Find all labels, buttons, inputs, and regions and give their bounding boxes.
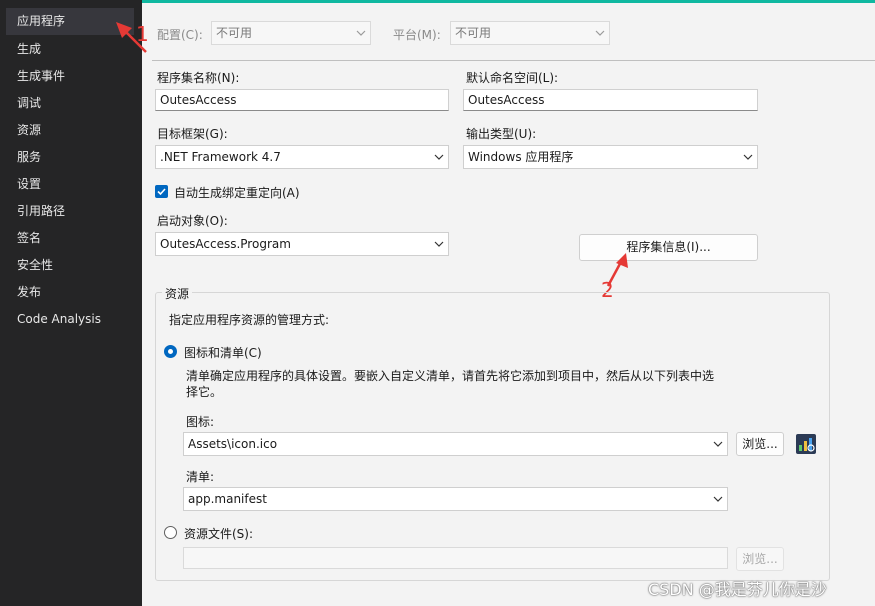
- sidebar-item-debug[interactable]: 调试: [6, 90, 134, 117]
- startup-object-value: OutesAccess.Program: [160, 237, 291, 251]
- resource-file-input[interactable]: [183, 547, 728, 569]
- startup-object-label: 启动对象(O):: [157, 214, 228, 228]
- output-type-value: Windows 应用程序: [468, 150, 574, 164]
- resource-file-radio[interactable]: [164, 526, 177, 539]
- resources-instruction: 指定应用程序资源的管理方式:: [169, 313, 330, 327]
- assembly-name-input[interactable]: OutesAccess: [155, 89, 449, 111]
- chevron-down-icon: [713, 441, 723, 447]
- chevron-down-icon: [595, 30, 605, 36]
- annotation-arrow-1-icon: [116, 22, 147, 53]
- config-label: 配置(C):: [157, 28, 203, 42]
- auto-binding-checkbox[interactable]: [155, 185, 168, 198]
- sidebar-item-settings[interactable]: 设置: [6, 171, 134, 198]
- sidebar-item-build-events[interactable]: 生成事件: [6, 63, 134, 90]
- config-value: 不可用: [216, 26, 253, 40]
- icon-preview-icon: [796, 434, 816, 454]
- startup-object-dropdown[interactable]: OutesAccess.Program: [155, 232, 449, 256]
- manifest-label: 清单:: [186, 470, 215, 484]
- target-framework-label: 目标框架(G):: [157, 127, 228, 141]
- default-namespace-label: 默认命名空间(L):: [466, 71, 559, 85]
- top-accent-line: [142, 0, 875, 3]
- manifest-description-line-2: 择它。: [186, 385, 223, 399]
- checkmark-icon: [157, 188, 166, 196]
- auto-binding-label: 自动生成绑定重定向(A): [174, 186, 300, 200]
- chevron-down-icon: [713, 496, 723, 502]
- icon-manifest-label: 图标和清单(C): [184, 346, 262, 360]
- output-type-label: 输出类型(U):: [466, 127, 537, 141]
- chevron-down-icon: [743, 154, 753, 160]
- platform-label: 平台(M):: [393, 28, 441, 42]
- sidebar-item-resources[interactable]: 资源: [6, 117, 134, 144]
- watermark-text: CSDN @我是芬儿你是沙: [648, 580, 827, 599]
- sidebar-item-services[interactable]: 服务: [6, 144, 134, 171]
- manifest-dropdown[interactable]: app.manifest: [183, 487, 728, 511]
- output-type-dropdown[interactable]: Windows 应用程序: [463, 145, 758, 169]
- platform-dropdown[interactable]: 不可用: [450, 21, 610, 45]
- chevron-down-icon: [434, 154, 444, 160]
- resource-file-browse-button[interactable]: 浏览...: [736, 547, 784, 571]
- sidebar-item-security[interactable]: 安全性: [6, 252, 134, 279]
- target-framework-value: .NET Framework 4.7: [160, 150, 281, 164]
- resource-file-label: 资源文件(S):: [184, 527, 254, 541]
- sidebar: 应用程序 生成 生成事件 调试 资源 服务 设置 引用路径 签名 安全性 发布 …: [0, 0, 142, 606]
- assembly-name-label: 程序集名称(N):: [157, 71, 240, 85]
- manifest-value: app.manifest: [188, 492, 267, 506]
- resources-group-title: 资源: [162, 285, 193, 302]
- chevron-down-icon: [356, 30, 366, 36]
- icon-manifest-radio[interactable]: [164, 345, 177, 358]
- icon-browse-button[interactable]: 浏览...: [736, 432, 784, 456]
- default-namespace-input[interactable]: OutesAccess: [463, 89, 758, 111]
- icon-dropdown[interactable]: Assets\icon.ico: [183, 432, 728, 456]
- toolbar-divider: [152, 60, 875, 61]
- icon-label: 图标:: [186, 415, 215, 429]
- sidebar-item-signing[interactable]: 签名: [6, 225, 134, 252]
- sidebar-item-publish[interactable]: 发布: [6, 279, 134, 306]
- sidebar-item-reference-paths[interactable]: 引用路径: [6, 198, 134, 225]
- sidebar-item-code-analysis[interactable]: Code Analysis: [6, 306, 134, 333]
- target-framework-dropdown[interactable]: .NET Framework 4.7: [155, 145, 449, 169]
- chevron-down-icon: [434, 241, 444, 247]
- manifest-description-line-1: 清单确定应用程序的具体设置。要嵌入自定义清单，请首先将它添加到项目中，然后从以下…: [186, 369, 715, 383]
- config-dropdown[interactable]: 不可用: [211, 21, 371, 45]
- platform-value: 不可用: [455, 26, 492, 40]
- icon-value: Assets\icon.ico: [188, 437, 278, 451]
